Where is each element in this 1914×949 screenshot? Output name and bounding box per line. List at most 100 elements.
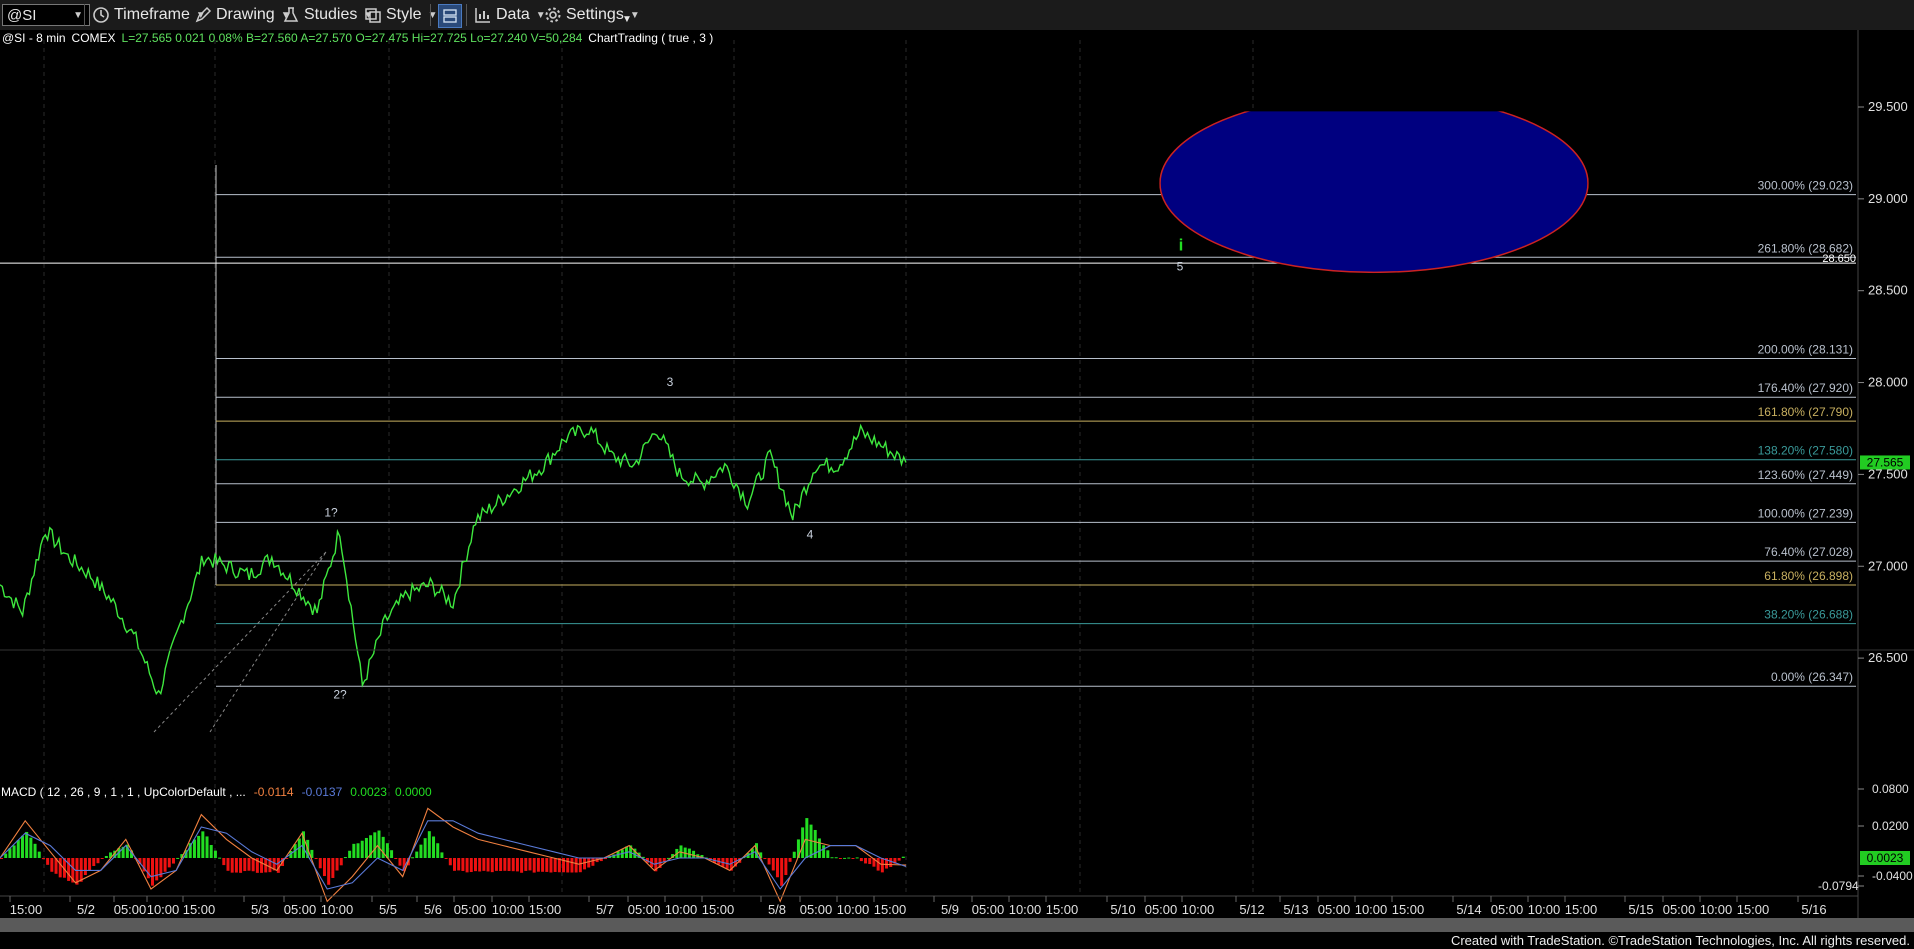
macd-histogram-bar — [826, 850, 830, 858]
macd-histogram-bar — [75, 858, 79, 885]
macd-histogram-bar — [83, 858, 87, 876]
macd-histogram-bar — [436, 843, 440, 858]
price-axis-label: 29.000 — [1868, 191, 1908, 206]
macd-histogram-bar — [528, 858, 532, 871]
macd-histogram-bar — [348, 850, 352, 858]
symbol-input[interactable]: @SI ▼ — [2, 4, 90, 26]
time-axis-label: 10:00 — [1700, 902, 1733, 917]
macd-axis-label: 0.0800 — [1872, 782, 1909, 796]
target-zone-ellipse[interactable] — [1160, 94, 1588, 272]
macd-histogram-bar — [33, 843, 37, 858]
macd-histogram-bar — [536, 858, 540, 872]
macd-histogram-bar — [415, 851, 419, 858]
macd-histogram-bar — [46, 858, 50, 865]
data-menu[interactable]: Data ▼ — [474, 4, 546, 26]
macd-histogram-bar — [834, 857, 838, 859]
layout-button[interactable] — [438, 4, 462, 28]
macd-histogram-bar — [209, 845, 213, 858]
time-axis-label: 05:00 — [284, 902, 317, 917]
macd-histogram-bar — [851, 858, 855, 860]
time-axis-label: 10:00 — [1182, 902, 1215, 917]
time-axis-label: 05:00 — [1145, 902, 1178, 917]
macd-histogram-bar — [520, 858, 524, 873]
macd-histogram-bar — [583, 858, 587, 870]
symbol-value: @SI — [7, 6, 37, 24]
style-menu[interactable]: Style ▼ — [364, 4, 437, 26]
macd-histogram-bar — [549, 858, 553, 873]
time-axis-label: 10:00 — [321, 902, 354, 917]
fib-level-label: 123.60% (27.449) — [1758, 468, 1853, 482]
macd-histogram-bar — [390, 850, 394, 858]
timeframe-menu[interactable]: Timeframe ▼ — [92, 4, 206, 26]
macd-histogram-bar — [461, 858, 465, 871]
macd-header: MACD ( 12 , 26 , 9 , 1 , 1 , UpColorDefa… — [1, 785, 432, 799]
time-axis-label: 05:00 — [1663, 902, 1696, 917]
macd-histogram-bar — [511, 858, 515, 872]
macd-histogram-bar — [880, 858, 884, 873]
macd-histogram-bar — [478, 858, 482, 872]
macd-histogram-bar — [515, 858, 519, 872]
macd-histogram-bar — [394, 858, 398, 859]
time-axis-label: 10:00 — [1009, 902, 1042, 917]
price-axis-label: 26.500 — [1868, 650, 1908, 665]
macd-histogram-bar — [222, 858, 226, 866]
macd-histogram-bar — [499, 858, 503, 872]
macd-histogram-bar — [574, 858, 578, 873]
macd-histogram-bar — [473, 858, 477, 872]
macd-histogram-bar — [12, 845, 16, 858]
macd-histogram-bar — [100, 858, 104, 859]
gear-icon — [545, 7, 561, 23]
macd-histogram-bar — [427, 831, 431, 858]
macd-histogram-bar — [4, 853, 8, 858]
macd-histogram-bar — [226, 858, 230, 871]
price-chart[interactable]: @SI - 8 min COMEX L=27.565 0.021 0.08% B=2… — [0, 30, 1914, 948]
time-axis-label: 10:00 — [837, 902, 870, 917]
macd-histogram-bar — [230, 858, 234, 873]
macd-histogram-bar — [843, 857, 847, 859]
macd-histogram-bar — [335, 858, 339, 871]
price-axis-label: 28.500 — [1868, 283, 1908, 298]
macd-histogram-bar — [889, 858, 893, 867]
style-label: Style — [386, 6, 422, 23]
macd-histogram-bar — [37, 851, 41, 858]
drawing-menu[interactable]: Drawing ▼ — [194, 4, 291, 26]
macd-histogram-bar — [322, 858, 326, 877]
macd-histogram-bar — [784, 858, 788, 876]
macd-histogram-bar — [398, 858, 402, 866]
macd-axis-label: 0.0200 — [1872, 819, 1909, 833]
macd-histogram-bar — [234, 858, 238, 873]
time-axis-label: 5/10 — [1110, 902, 1135, 917]
macd-histogram-bar — [314, 858, 318, 859]
wave-label: 4 — [807, 528, 814, 542]
time-axis-label: 15:00 — [529, 902, 562, 917]
macd-histogram-bar — [243, 858, 247, 872]
macd-histogram-bar — [88, 858, 92, 871]
time-axis-label: 05:00 — [800, 902, 833, 917]
toolbar-overflow-button[interactable]: ▼ — [622, 8, 632, 30]
fib-level-label: 138.20% (27.580) — [1758, 444, 1853, 458]
time-axis-label: 05:00 — [454, 902, 487, 917]
macd-histogram-bar — [763, 858, 767, 860]
macd-histogram-bar — [469, 858, 473, 873]
time-axis-label: 5/13 — [1283, 902, 1308, 917]
macd-histogram-bar — [192, 839, 196, 858]
time-axis-label: 5/5 — [379, 902, 397, 917]
macd-histogram-bar — [339, 858, 343, 866]
studies-menu[interactable]: Studies ▼ — [282, 4, 373, 26]
macd-histogram-bar — [503, 858, 507, 871]
macd-histogram-bar — [432, 836, 436, 858]
copyright-credit: Created with TradeStation. ©TradeStation… — [1450, 933, 1910, 948]
time-axis-label: 5/16 — [1801, 902, 1826, 917]
macd-histogram-bar — [587, 858, 591, 868]
time-axis-label: 10:00 — [1528, 902, 1561, 917]
macd-histogram-bar — [251, 858, 255, 872]
layout-icon — [443, 9, 457, 23]
fib-level-label: 38.20% (26.688) — [1764, 608, 1853, 622]
macd-histogram-bar — [381, 836, 385, 858]
horizontal-scrollbar[interactable] — [0, 918, 1914, 932]
time-axis-label: 5/9 — [941, 902, 959, 917]
macd-histogram-bar — [239, 858, 243, 873]
macd-histogram-bar — [578, 858, 582, 873]
macd-histogram-bar — [864, 858, 868, 864]
time-axis-label: 05:00 — [114, 902, 147, 917]
